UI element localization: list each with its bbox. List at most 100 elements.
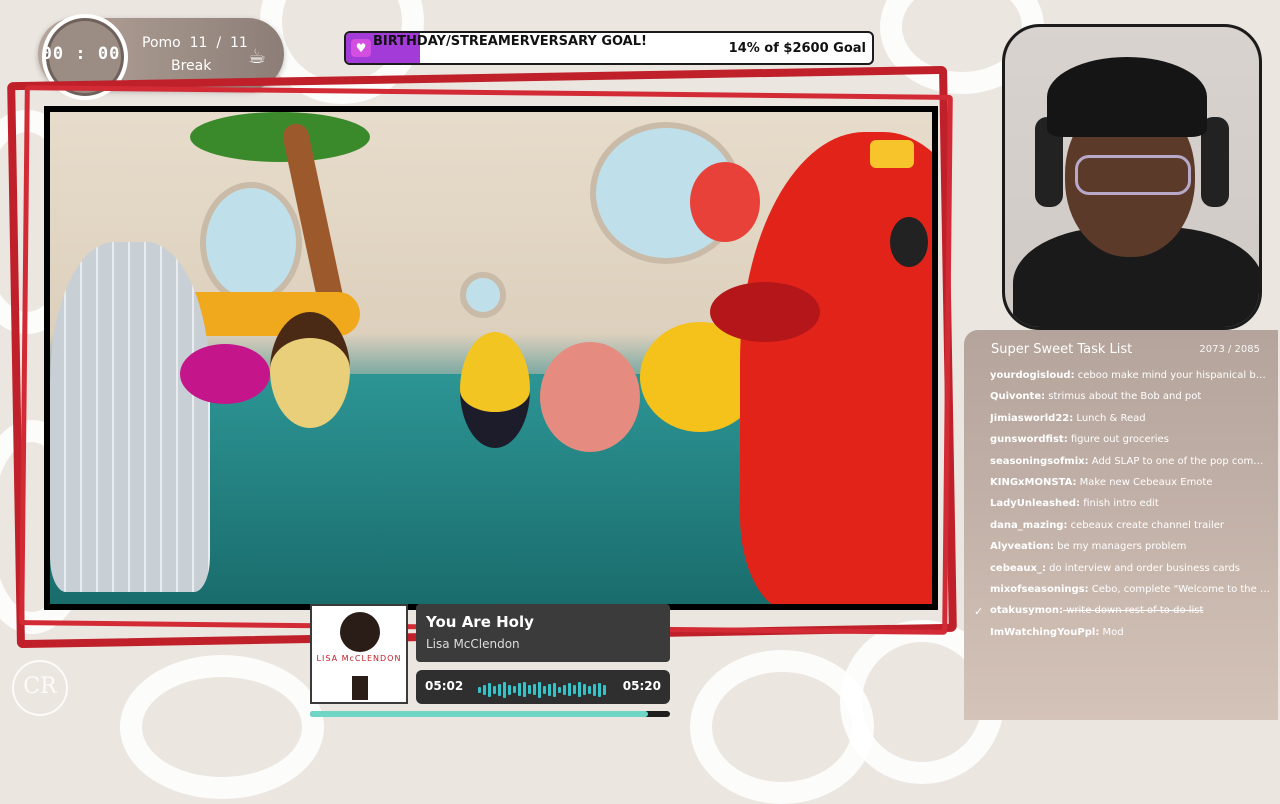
task-user: seasoningsofmix: — [990, 455, 1089, 467]
background-swirl — [120, 655, 324, 799]
channel-logo: CR — [12, 660, 68, 716]
webcam-frame — [1002, 24, 1262, 330]
song-progress-track — [310, 711, 670, 717]
task-text: cebeaux create channel trailer — [1067, 519, 1225, 531]
waveform-bar — [573, 685, 576, 694]
waveform-bar — [538, 681, 541, 698]
pomodoro-counter: Pomo 11 / 11 — [142, 35, 248, 51]
game-capture — [44, 106, 938, 610]
waveform-bar — [498, 683, 501, 696]
mirror-duck — [50, 242, 210, 592]
task-text: Lunch & Read — [1073, 412, 1146, 424]
waveform-bar — [528, 685, 531, 694]
waveform-bar — [493, 685, 496, 694]
task-text: figure out groceries — [1067, 434, 1169, 446]
waveform-bar — [478, 686, 481, 693]
duck-crown — [870, 140, 914, 168]
task-item: gunswordfist: figure out groceries — [990, 434, 1272, 445]
waveform-bar — [543, 685, 546, 694]
palm-leaves — [190, 112, 370, 162]
task-user: dana_mazing: — [990, 519, 1068, 531]
waveform-bar — [518, 683, 521, 696]
waveform-bar — [563, 684, 566, 695]
album-art-text: LISA McCLENDON — [316, 654, 402, 663]
waveform-bar — [533, 684, 536, 695]
task-user: otakusymon: — [990, 605, 1064, 617]
suit-duck — [460, 332, 530, 448]
task-user: LadyUnleashed: — [990, 498, 1081, 510]
task-text: do interview and order business cards — [1045, 562, 1241, 574]
task-item: Quivonte: strimus about the Bob and pot — [990, 391, 1272, 402]
porthole-window — [200, 182, 302, 304]
waveform-bar — [523, 682, 526, 697]
album-figure — [352, 676, 368, 700]
task-user: ImWatchingYouPpl: — [990, 626, 1100, 638]
task-text: write down rest of to do list — [1063, 605, 1204, 617]
waveform-bar — [483, 684, 486, 695]
streamer-glasses — [1075, 155, 1191, 195]
task-user: Jimiasworld22: — [990, 412, 1074, 424]
playback-bar: 05:02 05:20 — [416, 670, 670, 704]
goal-progress-text: 14% of $2600 Goal — [728, 41, 866, 56]
task-list-title: Super Sweet Task List — [991, 342, 1133, 357]
task-user: KINGxMONSTA: — [990, 477, 1077, 488]
gift-icon: ♥ — [351, 39, 371, 57]
waveform-bar — [513, 686, 516, 693]
task-text: Cebo, complete "Welcome to the GB!" — [1088, 584, 1272, 595]
waveform-bar — [553, 682, 556, 697]
current-time: 05:02 — [425, 679, 464, 693]
task-user: Quivonte: — [990, 391, 1046, 403]
task-user: gunswordfist: — [990, 434, 1068, 446]
task-user: yourdogisloud: — [990, 370, 1075, 381]
task-text: Mod — [1099, 626, 1124, 638]
task-user: mixofseasonings: — [990, 584, 1089, 595]
task-item: seasoningsofmix: Add SLAP to one of the … — [990, 456, 1272, 467]
task-item: yourdogisloud: ceboo make mind your hisp… — [990, 370, 1272, 381]
now-playing-card: You Are Holy Lisa McClendon — [416, 604, 670, 662]
waveform-bar — [583, 684, 586, 695]
task-text: Make new Cebeaux Emote — [1076, 477, 1213, 488]
audio-waveform — [478, 679, 610, 698]
task-item: Alyveation: be my managers problem — [990, 541, 1272, 552]
song-progress-fill — [310, 711, 649, 717]
task-item: ImWatchingYouPpl: Mod — [990, 627, 1272, 638]
waveform-bar — [578, 682, 581, 697]
goal-bar: ♥ BIRTHDAY/STREAMERVERSARY GOAL! 14% of … — [344, 31, 874, 65]
porthole-window — [460, 272, 506, 318]
waveform-bar — [548, 683, 551, 696]
timer-time: 00 : 00 — [41, 44, 121, 64]
coffee-cup-icon: ☕ — [248, 44, 266, 68]
task-item: LadyUnleashed: finish intro edit — [990, 498, 1272, 509]
task-text: ceboo make mind your hispanical busin... — [1074, 370, 1272, 381]
waveform-bar — [603, 684, 606, 695]
task-item: dana_mazing: cebeaux create channel trai… — [990, 520, 1272, 531]
total-time: 05:20 — [622, 679, 661, 693]
waveform-bar — [488, 682, 491, 697]
red-duck-eye — [890, 217, 928, 267]
waveform-bar — [588, 685, 591, 694]
task-text: strimus about the Bob and pot — [1045, 391, 1202, 403]
album-art: LISA McCLENDON — [310, 604, 408, 704]
task-item: mixofseasonings: Cebo, complete "Welcome… — [990, 584, 1272, 595]
waveform-bar — [598, 682, 601, 697]
task-item: otakusymon: write down rest of to do lis… — [990, 605, 1272, 616]
task-text: be my managers problem — [1053, 541, 1187, 553]
checkmark-icon: ✓ — [974, 605, 984, 619]
flamingo — [690, 162, 760, 242]
red-duck — [740, 132, 932, 604]
pomodoro-mode: Break — [171, 58, 212, 74]
task-item: cebeaux_: do interview and order busines… — [990, 563, 1272, 574]
task-user: cebeaux_: — [990, 562, 1046, 574]
task-item: Jimiasworld22: Lunch & Read — [990, 413, 1272, 424]
task-text: Add SLAP to one of the pop commands. — [1088, 455, 1272, 467]
afro-duck — [270, 312, 350, 428]
waveform-bar — [503, 681, 506, 698]
task-user: Alyveation: — [990, 541, 1054, 553]
waveform-bar — [568, 683, 571, 696]
task-item: KINGxMONSTA: Make new Cebeaux Emote — [990, 477, 1272, 488]
waveform-bar — [593, 683, 596, 696]
streamer-hat — [1047, 57, 1207, 137]
song-title: You Are Holy — [426, 613, 534, 631]
game-scene — [50, 112, 932, 604]
album-portrait — [340, 612, 380, 652]
